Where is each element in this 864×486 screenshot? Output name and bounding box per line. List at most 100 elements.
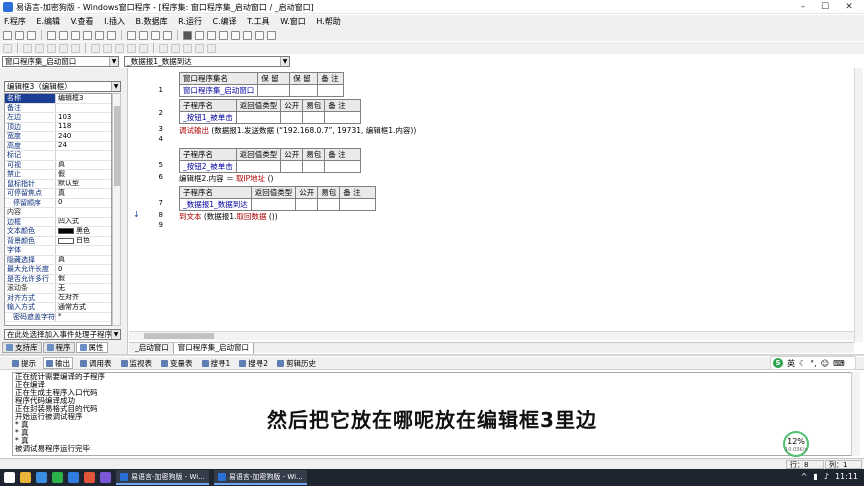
property-value-cell[interactable]: 24 bbox=[56, 142, 111, 151]
app-icon[interactable] bbox=[84, 472, 95, 483]
menu-edit[interactable]: E.编辑 bbox=[32, 15, 64, 29]
ime-toolbar[interactable]: S 英 ☾ °, ☺ ⌨ bbox=[770, 356, 856, 370]
align-bottom-icon[interactable] bbox=[47, 43, 56, 53]
assembly-name-cell[interactable]: 窗口程序集_启动窗口 bbox=[178, 84, 259, 97]
property-row[interactable]: 内容 bbox=[5, 208, 111, 218]
property-value-cell[interactable]: 真 bbox=[56, 256, 111, 265]
property-value-cell[interactable]: 白色 bbox=[56, 237, 111, 246]
file-explorer-icon[interactable] bbox=[20, 472, 31, 483]
same-height-icon[interactable] bbox=[103, 43, 112, 53]
property-value-cell[interactable] bbox=[56, 104, 111, 113]
new-file-icon[interactable] bbox=[3, 30, 12, 40]
run-icon[interactable] bbox=[183, 30, 192, 40]
property-value-cell[interactable]: 240 bbox=[56, 132, 111, 141]
property-value-cell[interactable]: 默认型 bbox=[56, 180, 111, 189]
property-row[interactable]: 文本颜色 黑色 bbox=[5, 227, 111, 237]
tab-start-window[interactable]: _启动窗口 bbox=[131, 343, 174, 354]
assembly-cell[interactable] bbox=[289, 84, 319, 97]
property-row[interactable]: 密码遮盖字符 * bbox=[5, 312, 111, 322]
stop-icon[interactable] bbox=[195, 30, 204, 40]
start-icon[interactable] bbox=[4, 472, 15, 483]
scrollbar-thumb[interactable] bbox=[114, 106, 120, 186]
property-value-cell[interactable]: 黑色 bbox=[56, 227, 111, 236]
property-value-cell[interactable]: 凹入式 bbox=[56, 218, 111, 227]
property-row[interactable]: 边框 凹入式 bbox=[5, 217, 111, 227]
editor-vertical-scrollbar[interactable] bbox=[854, 68, 863, 342]
moon-icon[interactable]: ☾ bbox=[799, 359, 806, 368]
step-over-icon[interactable] bbox=[219, 30, 228, 40]
sub-cell[interactable] bbox=[317, 198, 341, 211]
property-value-cell[interactable]: 无 bbox=[56, 284, 111, 293]
tab-output[interactable]: 输出 bbox=[43, 357, 73, 369]
sub-cell[interactable] bbox=[295, 198, 319, 211]
menu-tools[interactable]: T.工具 bbox=[243, 15, 273, 29]
ime-language[interactable]: 英 bbox=[787, 358, 795, 369]
align-center-icon[interactable] bbox=[59, 43, 68, 53]
property-value-cell[interactable]: 编辑框3 bbox=[56, 94, 111, 103]
property-row[interactable]: 禁止假 bbox=[5, 170, 111, 180]
tab-search2[interactable]: 搜寻2 bbox=[237, 357, 270, 369]
property-row[interactable]: 是否允许多行假 bbox=[5, 274, 111, 284]
menu-window[interactable]: W.窗口 bbox=[276, 15, 310, 29]
property-row[interactable]: 停留顺序 0 bbox=[5, 198, 111, 208]
redo-icon[interactable] bbox=[107, 30, 116, 40]
maximize-button[interactable]: ☐ bbox=[818, 1, 832, 13]
tab-clip-history[interactable]: 剪辑历史 bbox=[275, 357, 318, 369]
sub-cell[interactable] bbox=[280, 160, 304, 173]
property-value-cell[interactable]: 假 bbox=[56, 170, 111, 179]
property-object-combo[interactable]: 编辑框3（编辑框） ▼ bbox=[4, 81, 121, 92]
property-row[interactable]: 可停留焦点真 bbox=[5, 189, 111, 199]
property-row[interactable]: 高度 24 bbox=[5, 141, 111, 151]
sub-name-cell[interactable]: _按钮2_被单击 bbox=[179, 160, 237, 173]
volume-icon[interactable]: ♪ bbox=[824, 472, 829, 481]
property-value-cell[interactable] bbox=[56, 151, 111, 160]
menu-database[interactable]: B.数据库 bbox=[132, 15, 172, 29]
menu-compile[interactable]: C.编译 bbox=[209, 15, 241, 29]
network-speed-widget[interactable]: 12% 10.03K/s bbox=[783, 431, 809, 457]
property-row[interactable]: 字体 bbox=[5, 246, 111, 256]
breakpoint-icon[interactable] bbox=[267, 30, 276, 40]
menu-help[interactable]: H.帮助 bbox=[312, 15, 344, 29]
paste-icon[interactable] bbox=[71, 30, 80, 40]
qq-icon[interactable] bbox=[68, 472, 79, 483]
tab-search1[interactable]: 搜寻1 bbox=[200, 357, 233, 369]
network-icon[interactable]: ▮ bbox=[813, 472, 817, 481]
grid-icon[interactable] bbox=[207, 43, 216, 53]
align-top-icon[interactable] bbox=[35, 43, 44, 53]
property-scrollbar[interactable] bbox=[112, 93, 121, 326]
property-row[interactable]: 左边 103 bbox=[5, 113, 111, 123]
space-horizontal-icon[interactable] bbox=[127, 43, 136, 53]
sub-cell[interactable] bbox=[235, 160, 282, 173]
close-button[interactable]: ✕ bbox=[842, 1, 856, 13]
property-row[interactable]: 鼠标指针 默认型 bbox=[5, 179, 111, 189]
property-value-cell[interactable]: 0 bbox=[56, 199, 111, 208]
sub-cell[interactable] bbox=[302, 160, 326, 173]
editor-horizontal-scrollbar[interactable] bbox=[129, 331, 854, 340]
tab-program[interactable]: 程序 bbox=[42, 342, 75, 353]
property-value-cell[interactable] bbox=[56, 208, 111, 217]
property-row[interactable]: 可视真 bbox=[5, 160, 111, 170]
property-row[interactable]: 宽度 240 bbox=[5, 132, 111, 142]
wechat-icon[interactable] bbox=[52, 472, 63, 483]
space-vertical-icon[interactable] bbox=[139, 43, 148, 53]
property-row[interactable]: 对齐方式 左对齐 bbox=[5, 293, 111, 303]
property-row[interactable]: 名称 编辑框3 bbox=[5, 94, 111, 104]
property-row[interactable]: 隐藏选择真 bbox=[5, 255, 111, 265]
cut-icon[interactable] bbox=[47, 30, 56, 40]
copy-icon[interactable] bbox=[59, 30, 68, 40]
property-row[interactable]: 标记 bbox=[5, 151, 111, 161]
center-vertical-icon[interactable] bbox=[171, 43, 180, 53]
taskbar-task[interactable]: 易语言-加密狗版 - Wi... bbox=[213, 470, 307, 485]
app-icon[interactable] bbox=[100, 472, 111, 483]
property-row[interactable]: 输入方式 通常方式 bbox=[5, 303, 111, 313]
punctuation-icon[interactable]: °, bbox=[810, 359, 817, 368]
event-combo[interactable]: 在此处选择加入事件处理子程序 ▼ bbox=[4, 329, 121, 340]
sub-name-cell[interactable]: _按钮1_被单击 bbox=[179, 111, 237, 124]
minimize-button[interactable]: – bbox=[796, 1, 810, 13]
tab-variables[interactable]: 变量表 bbox=[159, 357, 195, 369]
property-value-cell[interactable]: 真 bbox=[56, 189, 111, 198]
save-icon[interactable] bbox=[27, 30, 36, 40]
send-back-icon[interactable] bbox=[195, 43, 204, 53]
sub-cell[interactable] bbox=[324, 160, 362, 173]
tab-window-assembly[interactable]: 窗口程序集_启动窗口 bbox=[173, 343, 254, 354]
